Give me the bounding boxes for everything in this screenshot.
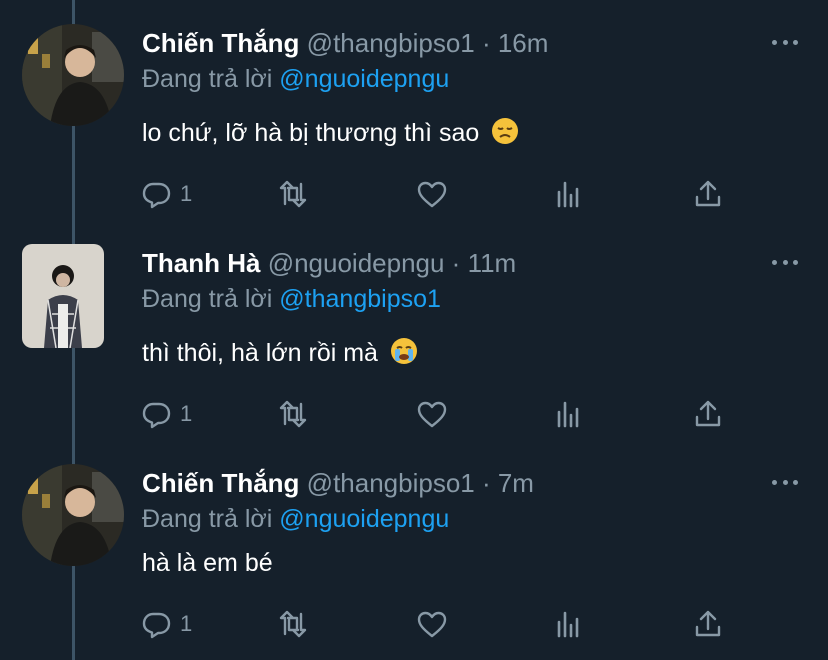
analytics-button[interactable] xyxy=(554,174,586,214)
display-name[interactable]: Chiến Thắng xyxy=(142,28,299,58)
reply-icon xyxy=(142,182,171,209)
like-button[interactable] xyxy=(416,394,448,434)
like-icon xyxy=(417,401,447,428)
share-button[interactable] xyxy=(692,394,724,434)
like-button[interactable] xyxy=(416,174,448,214)
like-icon xyxy=(417,181,447,208)
share-button[interactable] xyxy=(692,604,724,644)
reply-prefix: Đang trả lời xyxy=(142,65,273,93)
analytics-icon xyxy=(557,401,579,428)
retweet-icon xyxy=(279,610,307,638)
like-button[interactable] xyxy=(416,604,448,644)
retweet-icon xyxy=(279,180,307,208)
tweet-text: hà là em bé xyxy=(142,546,273,580)
tweet-header: Thanh Hà @nguoidepngu · 11m xyxy=(142,246,516,280)
tweet[interactable]: Thanh Hà @nguoidepngu · 11m Đang trả lời… xyxy=(0,220,828,440)
reply-count: 1 xyxy=(180,181,193,206)
tweet-text: lo chứ, lỡ hà bị thương thì sao xyxy=(142,116,519,150)
tweet-actions: 1 xyxy=(140,174,740,214)
display-name[interactable]: Chiến Thắng xyxy=(142,468,299,498)
avatar[interactable] xyxy=(22,24,124,126)
handle-and-time[interactable]: @thangbipso1 · 16m xyxy=(307,28,549,58)
retweet-icon xyxy=(279,400,307,428)
handle-and-time[interactable]: @thangbipso1 · 7m xyxy=(307,468,534,498)
reply-count: 1 xyxy=(180,401,193,426)
avatar[interactable] xyxy=(22,244,104,348)
retweet-button[interactable] xyxy=(277,394,309,434)
retweet-button[interactable] xyxy=(277,604,309,644)
analytics-icon xyxy=(557,181,579,208)
reply-button[interactable]: 1 xyxy=(140,604,192,644)
tweet-actions: 1 xyxy=(140,604,740,644)
reply-button[interactable]: 1 xyxy=(140,174,192,214)
share-icon xyxy=(695,400,721,427)
retweet-button[interactable] xyxy=(277,174,309,214)
tweet-header: Chiến Thắng @thangbipso1 · 16m xyxy=(142,26,548,60)
more-icon[interactable] xyxy=(772,472,798,492)
analytics-icon xyxy=(557,611,579,638)
reply-count: 1 xyxy=(180,611,193,636)
reply-context: Đang trả lời @thangbipso1 xyxy=(142,282,441,316)
tweet-text-content: lo chứ, lỡ hà bị thương thì sao xyxy=(142,119,480,147)
reply-icon xyxy=(142,402,171,429)
share-icon xyxy=(695,180,721,207)
reply-prefix: Đang trả lời xyxy=(142,285,273,313)
share-button[interactable] xyxy=(692,174,724,214)
reply-mention-link[interactable]: @nguoidepngu xyxy=(279,505,449,533)
tweet[interactable]: Chiến Thắng @thangbipso1 · 16m Đang trả … xyxy=(0,0,828,220)
reply-mention-link[interactable]: @thangbipso1 xyxy=(279,285,441,313)
reply-prefix: Đang trả lời xyxy=(142,505,273,533)
share-icon xyxy=(695,610,721,637)
tweet-text-content: thì thôi, hà lớn rồi mà xyxy=(142,339,378,367)
crying-face-icon xyxy=(390,338,417,364)
like-icon xyxy=(417,611,447,638)
more-icon[interactable] xyxy=(772,32,798,52)
tweet[interactable]: Chiến Thắng @thangbipso1 · 7m Đang trả l… xyxy=(0,440,828,660)
avatar[interactable] xyxy=(22,464,124,566)
more-icon[interactable] xyxy=(772,252,798,272)
tweet-text-content: hà là em bé xyxy=(142,549,273,577)
analytics-button[interactable] xyxy=(554,394,586,434)
reply-context: Đang trả lời @nguoidepngu xyxy=(142,62,449,96)
disappointed-face-icon xyxy=(492,118,519,144)
display-name[interactable]: Thanh Hà xyxy=(142,248,260,278)
tweet-actions: 1 xyxy=(140,394,740,434)
reply-button[interactable]: 1 xyxy=(140,394,192,434)
reply-context: Đang trả lời @nguoidepngu xyxy=(142,502,449,536)
tweet-text: thì thôi, hà lớn rồi mà xyxy=(142,336,417,370)
reply-icon xyxy=(142,612,171,639)
analytics-button[interactable] xyxy=(554,604,586,644)
handle-and-time[interactable]: @nguoidepngu · 11m xyxy=(268,248,517,278)
reply-mention-link[interactable]: @nguoidepngu xyxy=(279,65,449,93)
tweet-header: Chiến Thắng @thangbipso1 · 7m xyxy=(142,466,534,500)
